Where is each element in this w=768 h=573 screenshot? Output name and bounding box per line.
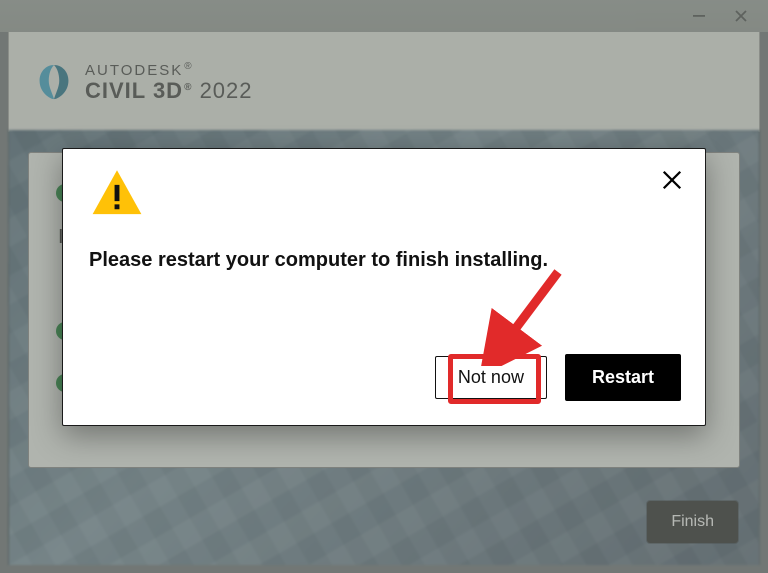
warning-icon xyxy=(91,167,143,219)
close-icon xyxy=(661,169,683,191)
restart-dialog: Please restart your computer to finish i… xyxy=(62,148,706,426)
dialog-button-row: Not now Restart xyxy=(435,354,681,401)
installer-window: AUTODESK® CIVIL 3D® 2022 I Finish xyxy=(0,0,768,573)
dialog-close-button[interactable] xyxy=(653,161,691,199)
restart-button[interactable]: Restart xyxy=(565,354,681,401)
dialog-message: Please restart your computer to finish i… xyxy=(89,249,548,272)
not-now-button[interactable]: Not now xyxy=(435,356,547,399)
